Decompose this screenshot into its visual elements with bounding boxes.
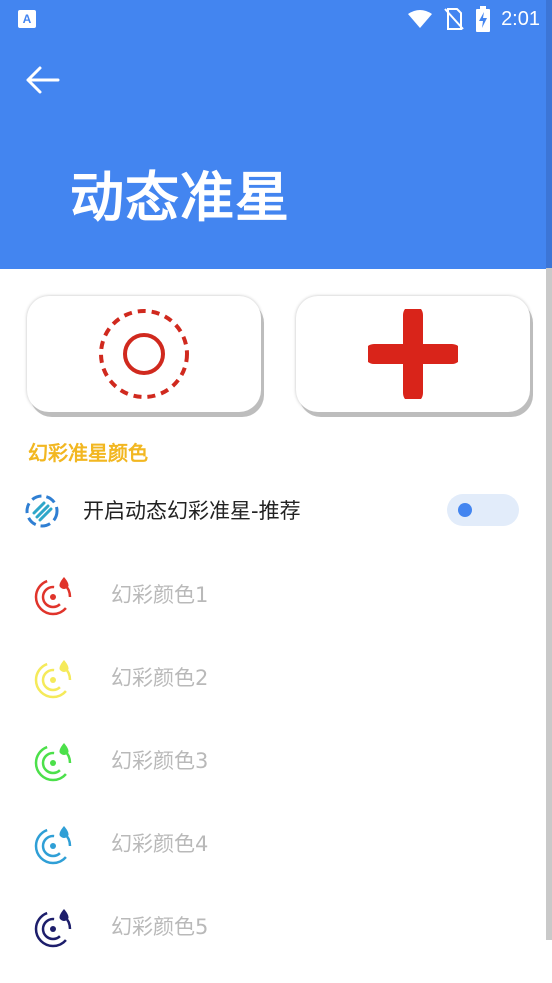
app-notification-icon: A	[18, 10, 36, 28]
scrollbar-thumb[interactable]	[546, 0, 552, 268]
color-option-3[interactable]: 幻彩颜色3	[0, 726, 546, 796]
color-drop-target-icon	[34, 909, 72, 948]
rainbow-crosshair-icon	[25, 494, 59, 528]
switch-knob	[458, 503, 472, 517]
color-drop-target-icon	[34, 577, 72, 616]
battery-charging-icon	[476, 6, 491, 32]
page-title: 动态准星	[70, 166, 290, 229]
dynamic-color-toggle-row[interactable]: 开启动态幻彩准星-推荐	[0, 484, 546, 540]
status-bar: A 2:01	[0, 0, 552, 38]
header: A 2:01 动态准星	[0, 0, 552, 269]
no-sim-icon	[444, 8, 464, 30]
dashed-circle-mode-card[interactable]	[27, 296, 261, 412]
color-drop-target-icon	[34, 660, 72, 699]
dashed-circle-crosshair-icon	[99, 309, 189, 399]
color-option-4[interactable]: 幻彩颜色4	[0, 809, 546, 879]
color-option-2[interactable]: 幻彩颜色2	[0, 643, 546, 713]
toggle-label: 开启动态幻彩准星-推荐	[83, 499, 301, 523]
color-option-1[interactable]: 幻彩颜色1	[0, 560, 546, 630]
status-icons: 2:01	[407, 6, 540, 32]
color-drop-target-icon	[34, 743, 72, 782]
color-option-label: 幻彩颜色4	[111, 832, 209, 856]
back-arrow-icon	[26, 66, 60, 94]
color-drop-target-icon	[34, 826, 72, 865]
plus-crosshair-icon	[368, 309, 458, 399]
color-option-5[interactable]: 幻彩颜色5	[0, 892, 546, 962]
color-option-label: 幻彩颜色2	[111, 666, 209, 690]
scrollbar[interactable]	[546, 0, 552, 940]
app-badge-label: A	[22, 12, 32, 26]
section-title: 幻彩准星颜色	[28, 441, 148, 465]
color-option-label: 幻彩颜色5	[111, 915, 209, 939]
color-option-label: 幻彩颜色3	[111, 749, 209, 773]
back-button[interactable]	[16, 58, 68, 102]
status-time: 2:01	[501, 8, 540, 30]
plus-mode-card[interactable]	[296, 296, 530, 412]
color-option-label: 幻彩颜色1	[111, 583, 209, 607]
app-root: A 2:01 动态准星 幻彩准星颜色 开启动态幻彩准星-推荐 幻彩颜色1 幻彩颜…	[0, 0, 552, 983]
wifi-icon	[408, 10, 433, 28]
dynamic-color-switch[interactable]	[447, 494, 519, 526]
